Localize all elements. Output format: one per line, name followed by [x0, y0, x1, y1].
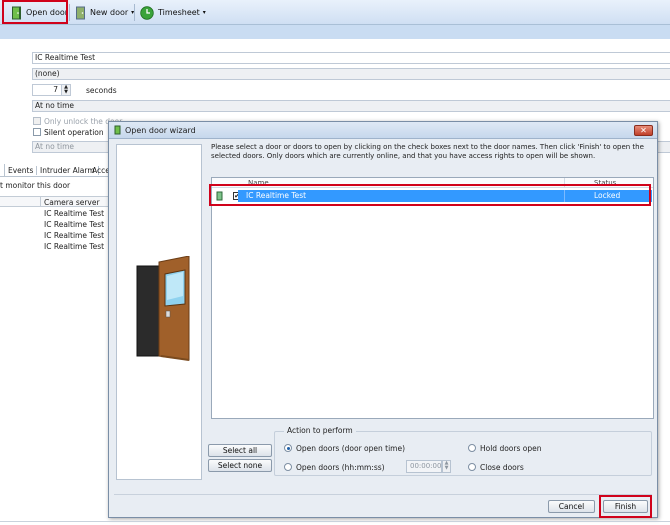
footer-divider — [114, 494, 652, 495]
chevron-down-icon: ▾ — [202, 9, 206, 16]
door-list[interactable]: Name Status ✔ IC Realtime Test Locked — [211, 177, 654, 419]
tab-strip: Events Intruder Alarm Acce — [0, 164, 110, 177]
finish-highlight — [599, 495, 652, 518]
only-unlock-checkbox[interactable] — [33, 117, 41, 125]
close-icon: ✕ — [640, 126, 647, 135]
camera-table-header: Camera server — [0, 196, 110, 207]
table-row[interactable]: IC Realtime Test — [44, 231, 104, 240]
seconds-unit: seconds — [86, 86, 117, 95]
hold-doors-radio[interactable] — [468, 444, 476, 452]
silent-operation-label: Silent operation — [44, 128, 104, 137]
hold-doors-label: Hold doors open — [480, 444, 542, 453]
seconds-stepper[interactable]: 7 — [32, 84, 62, 96]
silent-operation-checkbox[interactable] — [33, 128, 41, 136]
table-row[interactable]: IC Realtime Test — [44, 209, 104, 218]
none-dropdown[interactable]: (none) — [32, 68, 670, 80]
toolbar-separator — [134, 4, 135, 21]
action-group-label: Action to perform — [284, 426, 356, 435]
time-input[interactable]: 00:00:00 — [406, 460, 442, 473]
open-doors-label: Open doors (door open time) — [296, 444, 406, 453]
open-doors-hms-radio[interactable] — [284, 463, 292, 471]
close-button[interactable]: ✕ — [634, 125, 653, 136]
door-name-field[interactable]: IC Realtime Test — [32, 52, 670, 64]
bottom-border — [0, 521, 670, 522]
tab-events[interactable]: Events — [8, 166, 38, 175]
open-door-highlight — [2, 0, 68, 24]
open-doors-hms-label: Open doors (hh:mm:ss) — [296, 463, 385, 472]
select-none-button[interactable]: Select none — [208, 459, 272, 472]
new-door-label: New door — [90, 8, 129, 17]
door-icon — [114, 125, 121, 135]
timesheet-label: Timesheet — [158, 8, 200, 17]
toolbar-band — [0, 25, 670, 39]
wizard-image-panel — [116, 144, 202, 480]
new-door-icon — [76, 6, 85, 19]
new-door-button[interactable]: New door ▾ — [71, 3, 138, 22]
tab-intruder-alarm[interactable]: Intruder Alarm — [40, 166, 99, 175]
time-stepper[interactable]: ▲ ▼ — [442, 460, 451, 473]
toolbar: Open door New door ▾ Timesheet ▾ — [0, 0, 670, 25]
dialog-title: Open door wizard — [125, 126, 196, 135]
table-row[interactable]: IC Realtime Test — [44, 242, 104, 251]
toolbar-separator — [69, 4, 70, 21]
clock-icon — [140, 5, 154, 20]
close-doors-radio[interactable] — [468, 463, 476, 471]
at-no-time-field[interactable]: At no time — [32, 100, 670, 112]
camera-server-header: Camera server — [44, 198, 100, 207]
timesheet-button[interactable]: Timesheet ▾ — [136, 3, 210, 22]
wizard-description: Please select a door or doors to open by… — [211, 143, 644, 160]
column-divider — [40, 197, 41, 206]
open-door-illustration — [136, 256, 190, 361]
cancel-button[interactable]: Cancel — [548, 500, 595, 513]
selected-door-highlight — [209, 184, 651, 206]
open-doors-radio[interactable] — [284, 444, 292, 452]
dialog-title-bar: Open door wizard ✕ — [109, 122, 657, 139]
stepper-arrows[interactable]: ▲ ▼ — [61, 84, 71, 96]
tab-edge — [0, 164, 5, 177]
close-doors-label: Close doors — [480, 463, 524, 472]
select-all-button[interactable]: Select all — [208, 444, 272, 457]
table-row[interactable]: IC Realtime Test — [44, 220, 104, 229]
monitor-text: t monitor this door — [0, 181, 71, 190]
open-door-wizard-dialog: Open door wizard ✕ Please select a door … — [108, 121, 658, 518]
